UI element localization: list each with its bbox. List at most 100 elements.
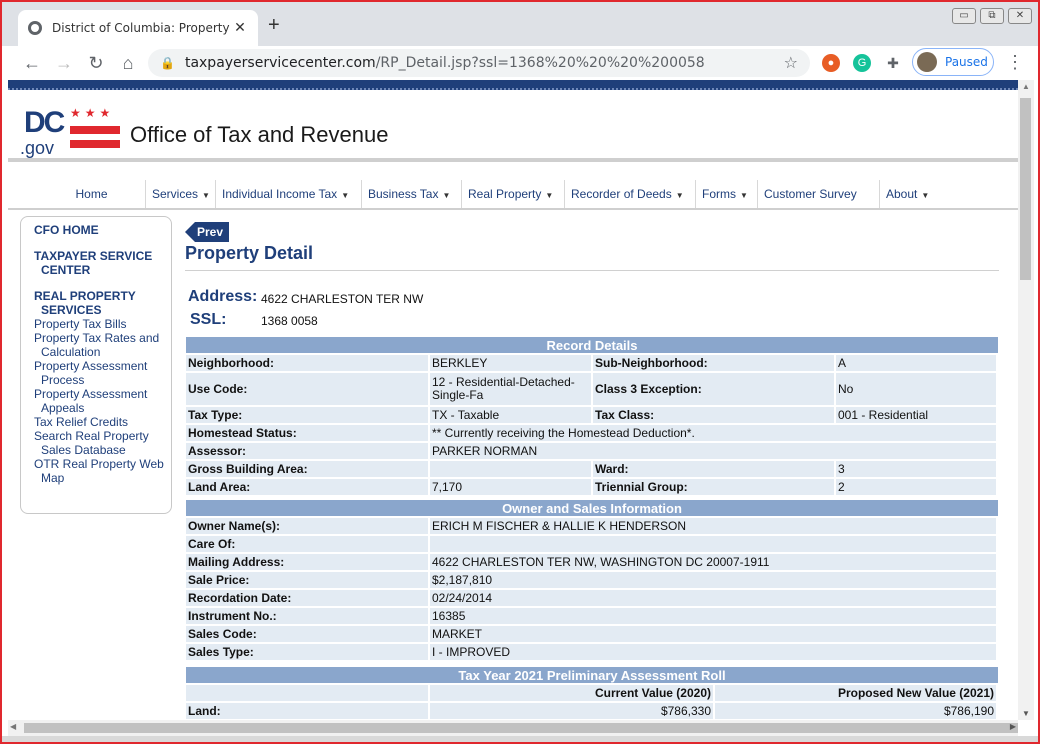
dc-gov-logo[interactable]: DC ★★★ .gov <box>20 106 120 158</box>
address-bar[interactable]: 🔒 taxpayerservicecenter.com/RP_Detail.js… <box>148 49 810 77</box>
browser-toolbar: ← → ↻ ⌂ 🔒 taxpayerservicecenter.com/RP_D… <box>2 46 1038 80</box>
extension-fire-icon[interactable]: ● <box>822 54 840 72</box>
sidebar-link-property-tax-bills[interactable]: Property Tax Bills <box>34 317 171 331</box>
table-row: Neighborhood: BERKLEY Sub-Neighborhood: … <box>186 355 998 371</box>
section-heading: Owner and Sales Information <box>186 500 998 516</box>
nav-item-real-property[interactable]: Real Property ▼ <box>462 180 565 208</box>
row-value: $786,330 <box>430 703 715 719</box>
browser-menu-icon[interactable]: ⋮ <box>1006 52 1024 73</box>
nav-label: Forms <box>702 187 736 201</box>
section-heading: Record Details <box>186 337 998 353</box>
table-row: Homestead Status: ** Currently receiving… <box>186 425 998 441</box>
nav-item-recorder-of-deeds[interactable]: Recorder of Deeds ▼ <box>565 180 696 208</box>
tab-strip: District of Columbia: Property De ✕ + ▭ … <box>2 2 1038 46</box>
vertical-scrollbar[interactable]: ▲ ▼ <box>1018 80 1034 720</box>
nav-item-forms[interactable]: Forms ▼ <box>696 180 758 208</box>
logo-dc: DC <box>24 106 65 139</box>
profile-button[interactable]: Paused <box>912 48 994 76</box>
back-arrow-icon[interactable]: ← <box>16 53 48 74</box>
close-tab-icon[interactable]: ✕ <box>232 20 248 36</box>
globe-icon <box>28 21 42 35</box>
caret-down-icon: ▼ <box>675 191 684 200</box>
url-path: /RP_Detail.jsp?ssl=1368%20%20%20%200058 <box>375 55 705 71</box>
logo-stars: ★★★ <box>70 106 115 120</box>
scroll-up-icon[interactable]: ▲ <box>1022 82 1030 91</box>
nav-label: Business Tax <box>368 187 439 201</box>
scroll-right-icon[interactable]: ▶ <box>1010 722 1016 731</box>
nav-item-services[interactable]: Services ▼ <box>146 180 216 208</box>
logo-gov: .gov <box>20 138 55 158</box>
row-value: 001 - Residential <box>836 407 998 423</box>
caret-down-icon: ▼ <box>442 191 451 200</box>
horizontal-scrollbar[interactable]: ◀ ▶ <box>8 720 1018 736</box>
browser-tab[interactable]: District of Columbia: Property De ✕ <box>18 10 258 46</box>
row-label: Land Area: <box>186 479 430 495</box>
sidebar-item-real-property-services[interactable]: REAL PROPERTY SERVICES <box>34 289 171 317</box>
home-icon[interactable]: ⌂ <box>112 53 144 74</box>
table-row: Gross Building Area: Ward: 3 <box>186 461 998 477</box>
sidebar-item-cfo-home[interactable]: CFO HOME <box>34 223 171 237</box>
close-window-button[interactable]: ✕ <box>1008 8 1032 24</box>
table-row: Use Code: 12 - Residential-Detached-Sing… <box>186 373 998 405</box>
nav-item-business-tax[interactable]: Business Tax ▼ <box>362 180 462 208</box>
table-row: Recordation Date: 02/24/2014 <box>186 590 998 606</box>
row-label: Tax Type: <box>186 407 430 423</box>
nav-label: Real Property <box>468 187 542 201</box>
bookmark-star-icon[interactable]: ☆ <box>784 53 798 72</box>
top-band <box>8 80 1018 90</box>
table-row: Land: $786,330 $786,190 <box>186 703 998 719</box>
nav-item-individual-income-tax[interactable]: Individual Income Tax ▼ <box>216 180 362 208</box>
row-value: ** Currently receiving the Homestead Ded… <box>430 425 998 441</box>
scroll-down-icon[interactable]: ▼ <box>1022 709 1030 718</box>
row-value: 02/24/2014 <box>430 590 998 606</box>
sidebar-item-taxpayer-service-center[interactable]: TAXPAYER SERVICE CENTER <box>34 249 171 277</box>
minimize-button[interactable]: ▭ <box>952 8 976 24</box>
row-label: Triennial Group: <box>593 479 836 495</box>
sidebar-link-tax-relief-credits[interactable]: Tax Relief Credits <box>34 415 171 429</box>
row-value: PARKER NORMAN <box>430 443 998 459</box>
scroll-thumb[interactable] <box>24 723 1018 733</box>
header-divider <box>8 158 1018 162</box>
reload-icon[interactable]: ↻ <box>80 53 112 74</box>
sidebar-link-assessment-process[interactable]: Property Assessment Process <box>34 359 171 387</box>
table-row: Mailing Address: 4622 CHARLESTON TER NW, … <box>186 554 998 570</box>
scroll-left-icon[interactable]: ◀ <box>10 722 16 731</box>
page-title: Property Detail <box>185 243 314 263</box>
new-tab-button[interactable]: + <box>268 14 280 37</box>
row-value: 16385 <box>430 608 998 624</box>
nav-item-customer-survey[interactable]: Customer Survey <box>758 180 880 208</box>
grammarly-icon[interactable]: G <box>853 54 871 72</box>
sidebar-link-sales-database[interactable]: Search Real Property Sales Database <box>34 429 171 457</box>
row-value: 4622 CHARLESTON TER NW, WASHINGTON DC 20… <box>430 554 998 570</box>
prev-button[interactable]: Prev <box>185 222 230 242</box>
taskbar-edge <box>2 736 1038 742</box>
table-row: Care Of: <box>186 536 998 552</box>
row-label: Homestead Status: <box>186 425 430 441</box>
lock-icon[interactable]: 🔒 <box>160 56 175 70</box>
row-label: Use Code: <box>186 373 430 405</box>
sidebar-link-assessment-appeals[interactable]: Property Assessment Appeals <box>34 387 171 415</box>
row-label: Mailing Address: <box>186 554 430 570</box>
page-viewport: DC ★★★ .gov Office of Tax and Revenue Ho… <box>8 80 1018 720</box>
forward-arrow-icon[interactable]: → <box>48 53 80 74</box>
table-row: Land Area: 7,170 Triennial Group: 2 <box>186 479 998 495</box>
row-value: $2,187,810 <box>430 572 998 588</box>
restore-button[interactable]: ⧉ <box>980 8 1004 24</box>
scroll-thumb[interactable] <box>1020 98 1031 280</box>
row-label: Neighborhood: <box>186 355 430 371</box>
row-value: I - IMPROVED <box>430 644 998 660</box>
profile-status: Paused <box>945 55 988 69</box>
extensions-puzzle-icon[interactable]: ✚ <box>884 54 902 72</box>
sidebar-link-property-tax-rates[interactable]: Property Tax Rates and Calculation <box>34 331 171 359</box>
nav-label: Recorder of Deeds <box>571 187 672 201</box>
nav-item-home[interactable]: Home <box>8 180 146 208</box>
row-label: Assessor: <box>186 443 430 459</box>
row-label: Sales Type: <box>186 644 430 660</box>
tab-title: District of Columbia: Property De <box>52 21 232 35</box>
owner-sales-table: Owner and Sales Information Owner Name(s… <box>186 498 998 662</box>
address-value: 4622 CHARLESTON TER NW <box>261 292 424 306</box>
nav-item-about[interactable]: About ▼ <box>880 180 950 208</box>
row-value: 12 - Residential-Detached-Single-Fa <box>430 373 593 405</box>
row-label: Ward: <box>593 461 836 477</box>
sidebar-link-web-map[interactable]: OTR Real Property Web Map <box>34 457 171 485</box>
